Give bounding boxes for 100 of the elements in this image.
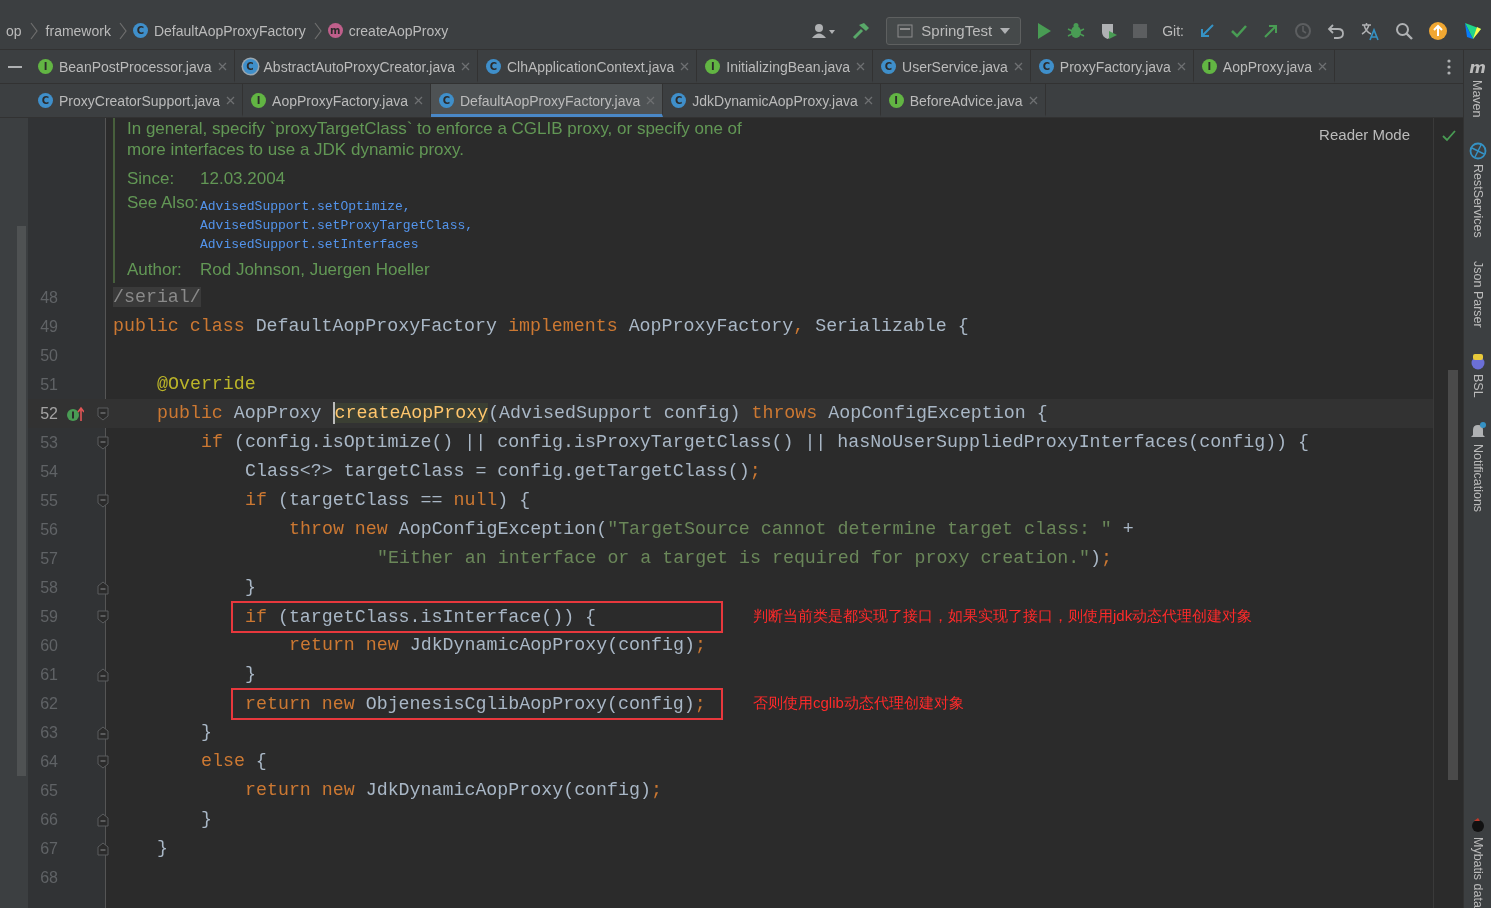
stop-icon[interactable] [1133, 23, 1148, 38]
breadcrumb-item[interactable]: op [6, 22, 22, 39]
class-icon: C [132, 23, 148, 38]
close-icon[interactable] [863, 96, 873, 105]
editor-tab[interactable]: I InitializingBean.java [697, 50, 874, 83]
more-icon[interactable] [1447, 58, 1451, 75]
fold-icon[interactable] [96, 493, 109, 508]
tool-window-button[interactable]: RestServices [1470, 163, 1485, 238]
close-icon[interactable] [680, 62, 690, 71]
fold-icon[interactable] [96, 725, 109, 740]
editor-tab[interactable]: C ProxyFactory.java [1030, 50, 1194, 83]
update-icon[interactable] [1428, 20, 1448, 41]
translate-icon[interactable] [1360, 20, 1380, 41]
editor-tab[interactable]: I BeforeAdvice.java [880, 84, 1046, 117]
code-line: return new JdkDynamicAopProxy(config); [245, 779, 662, 802]
editor-tab[interactable]: C DefaultAopProxyFactory.java [431, 84, 664, 117]
arrow-icon[interactable] [1263, 22, 1279, 39]
chevron-icon [313, 21, 322, 40]
bell-icon [1469, 421, 1486, 440]
code-line: else { [201, 750, 267, 773]
interface-icon: I [705, 59, 721, 74]
close-icon[interactable] [217, 62, 227, 71]
hammer-icon[interactable] [851, 20, 872, 41]
editor-tab[interactable]: C JdkDynamicAopProxy.java [663, 84, 881, 117]
search-icon[interactable] [1395, 21, 1413, 40]
class-icon: C [439, 93, 454, 108]
tool-window-button[interactable]: Notifications [1470, 443, 1485, 512]
tool-window-button[interactable]: Json Parser [1470, 261, 1485, 328]
run-icon[interactable] [1036, 21, 1053, 40]
implements-marker-icon[interactable] [66, 405, 84, 422]
doc-link[interactable]: AdvisedSupport.setOptimize, [200, 197, 474, 216]
breadcrumb-item[interactable]: createAopProxy [348, 22, 449, 39]
close-icon[interactable] [856, 62, 866, 71]
abstract-class-icon: C [242, 59, 258, 74]
code-line: return new JdkDynamicAopProxy(config); [289, 634, 706, 657]
close-icon[interactable] [646, 96, 656, 105]
fold-icon[interactable] [96, 667, 109, 682]
breadcrumb-item[interactable]: DefaultAopProxyFactory [153, 22, 306, 39]
fold-icon[interactable] [96, 754, 109, 769]
shield-icon[interactable] [1100, 21, 1119, 40]
breadcrumb-item[interactable]: framework [45, 22, 111, 39]
editor-tab[interactable]: C ClhApplicationContext.java [477, 50, 698, 83]
interface-icon: I [38, 59, 53, 74]
reader-mode-button[interactable]: Reader Mode [1319, 126, 1410, 143]
fold-icon[interactable] [96, 841, 109, 856]
doc-label: Author: [127, 260, 183, 280]
close-icon[interactable] [1028, 96, 1038, 105]
doc-link[interactable]: AdvisedSupport.setProxyTargetClass, [200, 216, 474, 235]
doc-link[interactable]: AdvisedSupport.setInterfaces [200, 235, 474, 254]
editor-tab[interactable]: C UserService.java [873, 50, 1031, 83]
close-icon[interactable] [414, 96, 423, 105]
doc-label: See Also: [127, 193, 200, 214]
class-icon: C [671, 93, 687, 108]
robot-icon [1469, 351, 1486, 370]
fold-icon[interactable] [96, 580, 109, 595]
code-line: } [245, 663, 256, 686]
code-line: public class DefaultAopProxyFactory implements AopProxyFactory, Serializable { [113, 315, 969, 338]
toolbox-icon[interactable] [1463, 20, 1483, 41]
doc-text: Rod Johnson, Juergen Hoeller [200, 260, 430, 280]
close-icon[interactable] [226, 96, 236, 105]
interface-icon: I [1201, 59, 1217, 74]
check-icon [1441, 130, 1456, 142]
undo-icon[interactable] [1327, 21, 1345, 40]
tool-window-button[interactable]: BSL [1470, 373, 1485, 398]
clock-icon[interactable] [1294, 21, 1312, 40]
scrollbar[interactable] [1447, 370, 1458, 780]
editor-tab[interactable]: I AopProxyFactory.java [243, 84, 431, 117]
editor-tab[interactable]: C AbstractAutoProxyCreator.java [234, 50, 478, 83]
annotation-text: 否则使用cglib动态代理创建对象 [753, 694, 964, 713]
fold-icon[interactable] [96, 435, 109, 450]
code-line: } [201, 808, 212, 831]
chevron-icon [118, 21, 127, 40]
close-icon[interactable] [460, 62, 470, 71]
fold-icon[interactable] [96, 609, 109, 624]
window-icon [897, 23, 914, 38]
fold-icon[interactable] [96, 406, 109, 421]
maven-icon: m [1469, 60, 1486, 76]
line-number: 52 [39, 404, 58, 423]
fold-icon[interactable] [96, 812, 109, 827]
bird-icon [1469, 817, 1486, 834]
run-configuration-dropdown[interactable]: SpringTest [886, 16, 1022, 45]
editor-tab[interactable]: C ProxyCreatorSupport.java [30, 84, 244, 117]
user-icon[interactable] [812, 22, 837, 39]
code-line: public AopProxy createAopProxy(AdvisedSupport config) throws AopConfigException { [157, 401, 1048, 427]
tool-window-button[interactable]: Mybatis data [1470, 837, 1485, 908]
editor-tab[interactable]: I BeanPostProcessor.java [30, 50, 235, 83]
git-label: Git: [1162, 22, 1184, 39]
code-line: if (targetClass == null) { [245, 489, 531, 512]
bug-icon[interactable] [1067, 21, 1086, 40]
arrow-icon[interactable] [1199, 22, 1215, 39]
minimize-icon[interactable] [8, 65, 22, 68]
code-line: @Override [157, 373, 256, 396]
close-icon[interactable] [1013, 62, 1023, 71]
interface-icon: I [251, 93, 267, 108]
close-icon[interactable] [1318, 62, 1328, 71]
code-line: } [201, 721, 212, 744]
editor-tab[interactable]: I AopProxy.java [1193, 50, 1336, 83]
close-icon[interactable] [1176, 62, 1186, 71]
doc-label: Since: [127, 169, 176, 189]
tool-window-button[interactable]: Maven [1470, 80, 1485, 118]
